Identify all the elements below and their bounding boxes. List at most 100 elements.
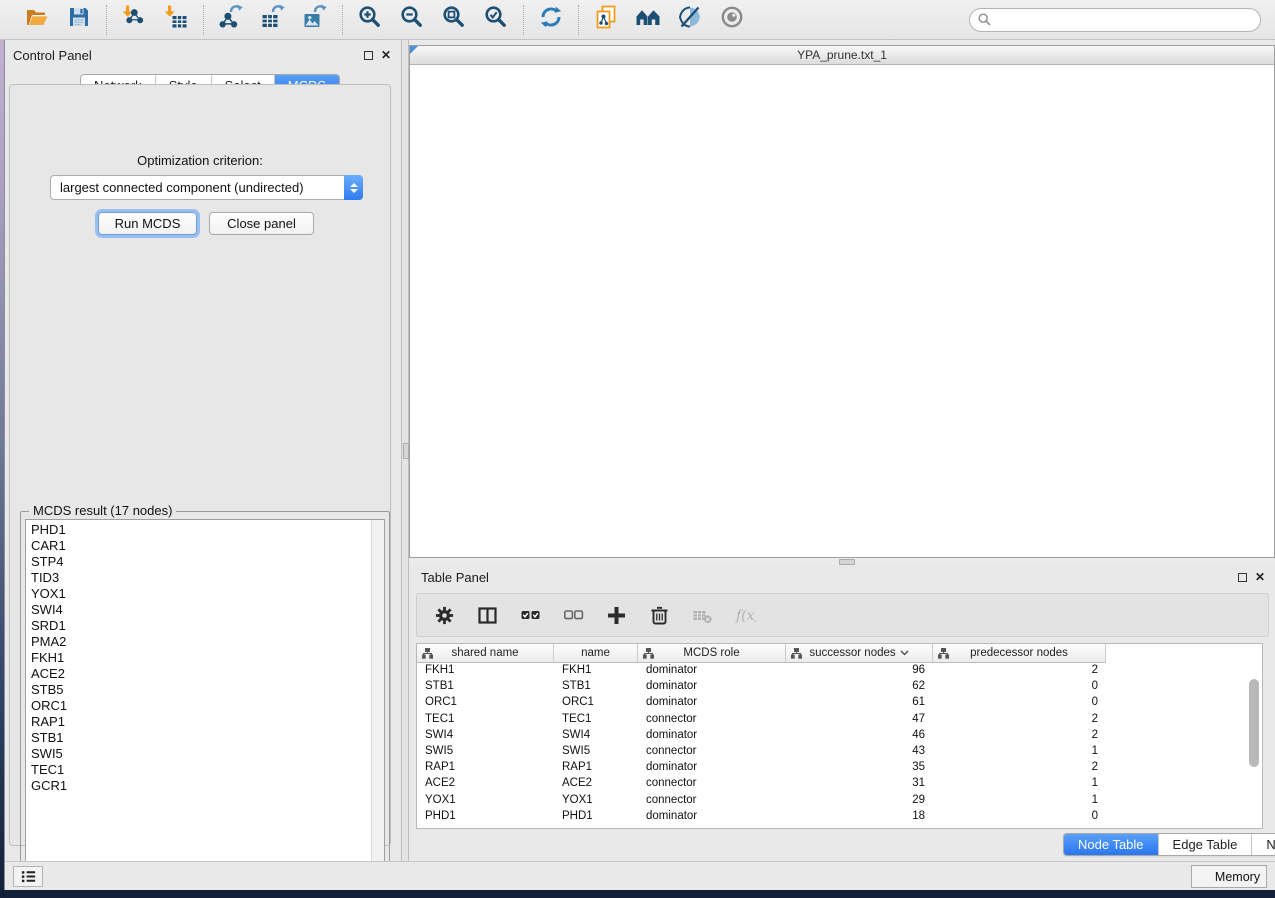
table-cell: SWI5 (554, 744, 638, 760)
export-table-button[interactable] (258, 5, 288, 35)
column-header-successor-nodes[interactable]: successor nodes (786, 644, 933, 663)
mcds-result-item[interactable]: PMA2 (31, 634, 371, 650)
mcds-result-item[interactable]: TID3 (31, 570, 371, 586)
table-row[interactable]: SWI4SWI4dominator462 (417, 728, 1262, 744)
zoom-fit-button[interactable] (439, 5, 469, 35)
mcds-result-item[interactable]: CAR1 (31, 538, 371, 554)
import-network-button[interactable] (119, 5, 149, 35)
column-header-name[interactable]: name (554, 644, 638, 663)
import-network-icon (121, 4, 147, 35)
network-title-bar[interactable]: YPA_prune.txt_1 (410, 46, 1274, 65)
float-table-panel-icon[interactable] (1238, 573, 1247, 582)
column-visibility-button[interactable] (474, 602, 500, 628)
table-row[interactable]: ORC1ORC1dominator610 (417, 695, 1262, 711)
table-tab-node-table[interactable]: Node Table (1064, 834, 1158, 855)
mcds-result-item[interactable]: STB5 (31, 682, 371, 698)
run-mcds-button[interactable]: Run MCDS (98, 212, 197, 235)
duplicate-network-button[interactable] (591, 5, 621, 35)
mcds-result-item[interactable]: SRD1 (31, 618, 371, 634)
table-tab-network-table[interactable]: Network Table (1251, 834, 1275, 855)
show-all-button[interactable] (717, 5, 747, 35)
mcds-result-item[interactable]: FKH1 (31, 650, 371, 666)
table-cell: dominator (638, 679, 786, 695)
table-cell: connector (638, 744, 786, 760)
horizontal-splitter-handle[interactable] (839, 559, 855, 565)
add-column-button[interactable] (603, 602, 629, 628)
network-graph[interactable] (410, 65, 1274, 557)
table-row[interactable]: TEC1TEC1connector472 (417, 712, 1262, 728)
open-file-button[interactable] (22, 5, 52, 35)
table-cell: 43 (786, 744, 933, 760)
delete-table-button (689, 602, 715, 628)
zoom-in-button[interactable] (355, 5, 385, 35)
vertical-splitter[interactable] (401, 40, 409, 861)
table-row[interactable]: STB1STB1dominator620 (417, 679, 1262, 695)
search-input[interactable] (996, 13, 1252, 27)
mcds-result-item[interactable]: SWI5 (31, 746, 371, 762)
hide-selected-button[interactable] (675, 5, 705, 35)
horizontal-splitter[interactable] (409, 558, 1275, 565)
import-table-button[interactable] (161, 5, 191, 35)
mcds-result-item[interactable]: GCR1 (31, 778, 371, 794)
optimization-criterion-select[interactable]: largest connected component (undirected) (50, 175, 363, 200)
column-label: successor nodes (809, 647, 895, 659)
gear-button[interactable] (431, 602, 457, 628)
zoom-out-icon (399, 4, 425, 35)
float-panel-icon[interactable] (364, 51, 373, 60)
table-cell: ORC1 (417, 695, 554, 711)
delete-table-icon (692, 605, 713, 626)
table-row[interactable]: YOX1YOX1connector291 (417, 793, 1262, 809)
column-label: name (581, 647, 610, 659)
table-row[interactable]: PHD1PHD1dominator180 (417, 809, 1262, 825)
mcds-result-item[interactable]: RAP1 (31, 714, 371, 730)
export-network-button[interactable] (216, 5, 246, 35)
close-panel-button[interactable]: Close panel (209, 212, 314, 235)
table-cell (1106, 809, 1262, 825)
network-canvas[interactable] (410, 65, 1274, 557)
table-cell: FKH1 (554, 663, 638, 679)
mcds-result-item[interactable]: TEC1 (31, 762, 371, 778)
mcds-result-item[interactable]: PHD1 (31, 522, 371, 538)
table-row[interactable]: FKH1FKH1dominator962 (417, 663, 1262, 679)
open-file-icon (24, 4, 50, 35)
mcds-result-scrollbar[interactable] (371, 520, 384, 877)
column-header-MCDS-role[interactable]: MCDS role (638, 644, 786, 663)
export-image-button[interactable] (300, 5, 330, 35)
mcds-result-item[interactable]: SWI4 (31, 602, 371, 618)
table-row[interactable]: ACE2ACE2connector311 (417, 776, 1262, 792)
first-neighbors-button[interactable] (633, 5, 663, 35)
mcds-result-item[interactable]: STB1 (31, 730, 371, 746)
close-panel-icon[interactable]: ✕ (381, 51, 391, 60)
column-header-predecessor-nodes[interactable]: predecessor nodes (933, 644, 1106, 663)
table-cell: ACE2 (554, 776, 638, 792)
select-all-button[interactable] (517, 602, 543, 628)
table-row[interactable]: RAP1RAP1dominator352 (417, 760, 1262, 776)
mcds-result-item[interactable]: ORC1 (31, 698, 371, 714)
save-session-button[interactable] (64, 5, 94, 35)
mcds-result-list[interactable]: PHD1CAR1STP4TID3YOX1SWI4SRD1PMA2FKH1ACE2… (26, 520, 371, 877)
table-cell (1106, 679, 1262, 695)
column-header-shared-name[interactable]: shared name (417, 644, 554, 663)
vertical-splitter-handle[interactable] (403, 443, 409, 459)
table-scrollbar-thumb[interactable] (1249, 679, 1259, 767)
delete-column-button[interactable] (646, 602, 672, 628)
table-tab-edge-table[interactable]: Edge Table (1158, 834, 1252, 855)
zoom-selected-button[interactable] (481, 5, 511, 35)
table-cell: SWI4 (417, 728, 554, 744)
close-table-panel-icon[interactable]: ✕ (1255, 573, 1265, 582)
deselect-all-button[interactable] (560, 602, 586, 628)
task-list-button[interactable] (13, 866, 43, 887)
search-box[interactable] (969, 8, 1261, 32)
mcds-result-item[interactable]: STP4 (31, 554, 371, 570)
refresh-layout-button[interactable] (536, 5, 566, 35)
table-row[interactable]: SWI5SWI5connector431 (417, 744, 1262, 760)
mcds-result-item[interactable]: YOX1 (31, 586, 371, 602)
mcds-result-item[interactable]: ACE2 (31, 666, 371, 682)
memory-status-icon (1198, 871, 1209, 882)
zoom-out-button[interactable] (397, 5, 427, 35)
attribute-tree-icon (422, 648, 433, 662)
table-scrollbar[interactable] (1249, 665, 1260, 825)
app-window: Control Panel ✕ NetworkStyleSelectMCDS O… (4, 40, 1275, 890)
table-cell: 1 (933, 744, 1106, 760)
memory-button[interactable]: Memory (1191, 865, 1267, 888)
